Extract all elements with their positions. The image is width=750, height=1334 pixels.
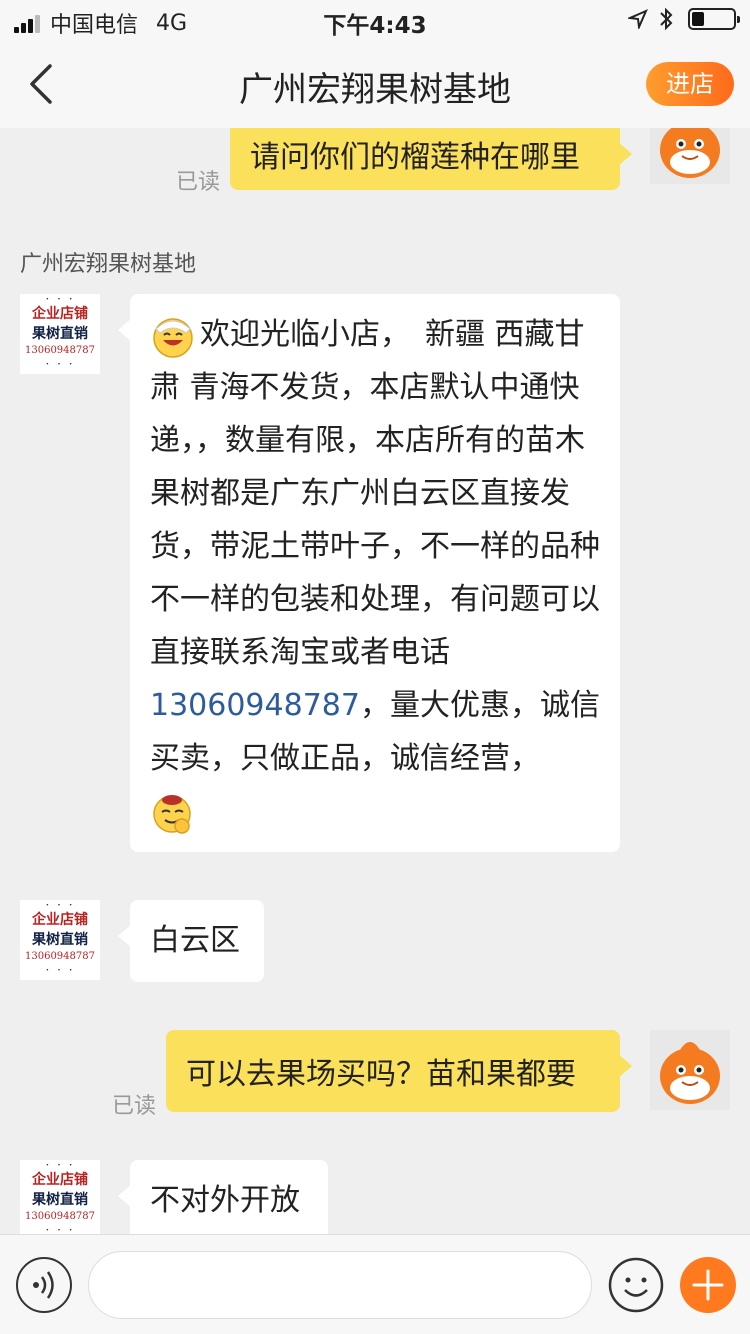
message-input[interactable]: [88, 1251, 592, 1319]
grinning-face-emoji-icon: [153, 317, 193, 358]
mascot-avatar-icon: [660, 128, 720, 178]
mascot-avatar-icon: [660, 1042, 720, 1104]
my-avatar[interactable]: [650, 1030, 730, 1110]
message-text: 欢迎光临小店， 新疆 西藏甘肃 青海不发货，本店默认中通快递，，数量有限，本店所…: [150, 317, 600, 670]
message-text: 不对外开放: [150, 1183, 300, 1218]
chat-area[interactable]: 已读 请问你们的榴莲种在哪里 广州宏翔果树基地 · · · 企业店铺 果树直销 …: [0, 128, 750, 1234]
message-text: 可以去果场买吗？苗和果都要: [186, 1057, 576, 1092]
emoji-button[interactable]: [608, 1257, 664, 1313]
shop-avatar[interactable]: · · · 企业店铺 果树直销 13060948787 · · ·: [20, 900, 100, 980]
page-title: 广州宏翔果树基地: [239, 70, 511, 110]
sly-smile-emoji-icon: [153, 794, 191, 834]
shop-message-bubble[interactable]: 不对外开放: [118, 1160, 328, 1234]
voice-button[interactable]: [16, 1257, 72, 1313]
phone-number-link[interactable]: 13060948787: [150, 688, 360, 723]
shop-avatar[interactable]: · · · 企业店铺 果树直销 13060948787 · · ·: [20, 294, 100, 374]
location-arrow-icon: [628, 9, 648, 29]
smiley-icon: [608, 1257, 664, 1313]
my-avatar[interactable]: [650, 128, 730, 184]
shop-message-bubble[interactable]: 白云区: [118, 900, 264, 982]
my-message-bubble[interactable]: 可以去果场买吗？苗和果都要: [166, 1030, 632, 1112]
status-bar: 中国电信 4G 下午4:43: [0, 0, 750, 40]
bluetooth-icon: [660, 7, 673, 31]
read-status: 已读: [112, 1094, 157, 1119]
enter-shop-button[interactable]: 进店: [646, 62, 734, 106]
message-text: 请问你们的榴莲种在哪里: [250, 140, 580, 175]
sender-name: 广州宏翔果树基地: [20, 252, 197, 277]
battery-icon: [688, 8, 740, 30]
shop-message-bubble[interactable]: 欢迎光临小店， 新疆 西藏甘肃 青海不发货，本店默认中通快递，，数量有限，本店所…: [118, 294, 620, 852]
message-text: 白云区: [150, 923, 240, 958]
more-options-button[interactable]: [680, 1257, 736, 1313]
status-right: [628, 7, 740, 31]
input-bar: [0, 1234, 750, 1334]
my-message-bubble[interactable]: 请问你们的榴莲种在哪里: [230, 128, 632, 190]
voice-wave-icon: [33, 1271, 54, 1299]
read-status: 已读: [176, 170, 221, 195]
shop-avatar[interactable]: · · · 企业店铺 果树直销 13060948787 · · ·: [20, 1160, 100, 1234]
nav-bar: 广州宏翔果树基地 进店: [0, 40, 750, 128]
plus-icon: [692, 1269, 724, 1301]
